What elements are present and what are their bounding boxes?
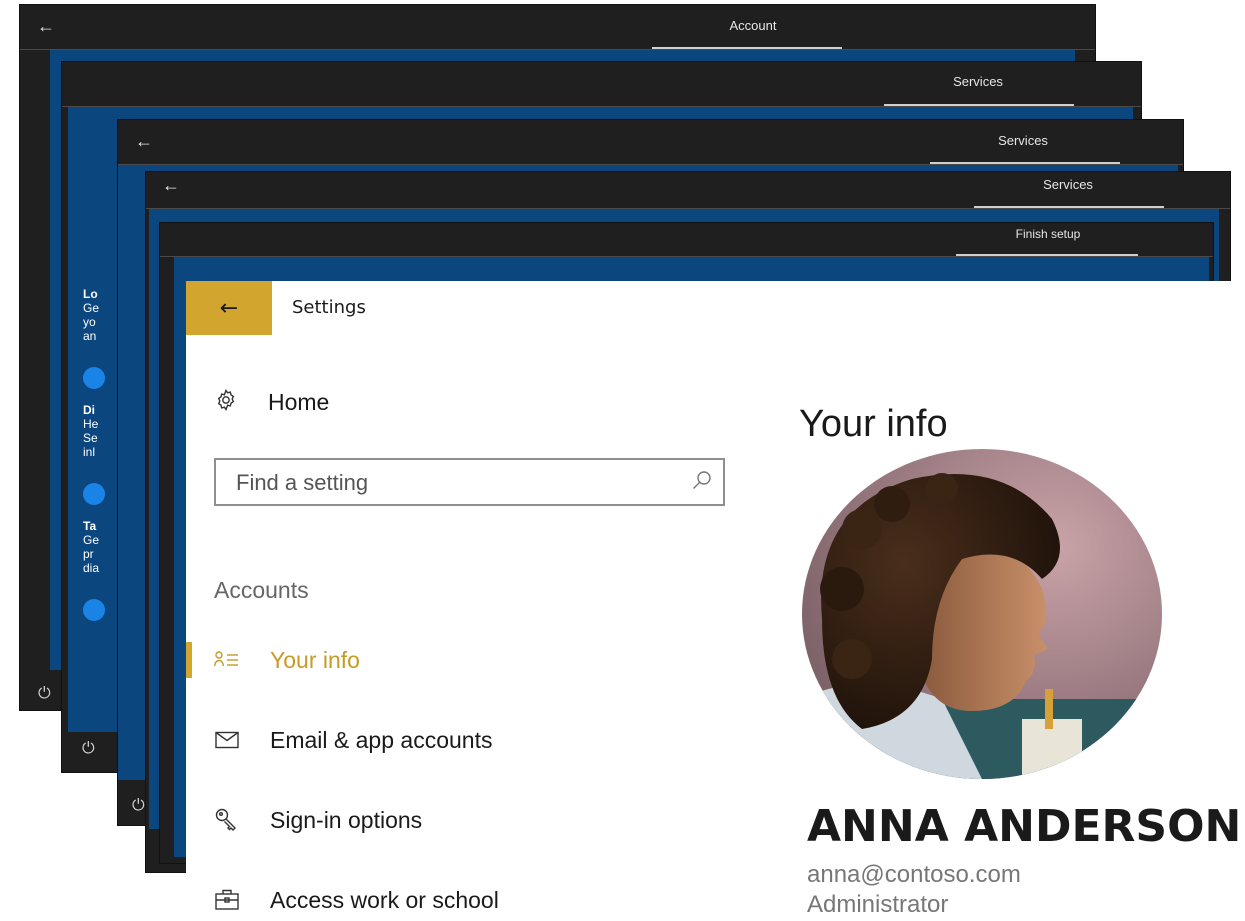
bg-setting-location: Lo Ge yo an bbox=[83, 287, 100, 343]
nav-item-label: Email & app accounts bbox=[270, 726, 493, 753]
window-title: Services bbox=[998, 133, 1048, 148]
power-icon[interactable]: ⏻ bbox=[82, 738, 95, 758]
mail-icon bbox=[214, 728, 240, 752]
back-button[interactable]: ← bbox=[186, 281, 272, 335]
search-box[interactable] bbox=[214, 458, 725, 506]
avatar bbox=[802, 449, 1162, 779]
window-title: Account bbox=[729, 18, 777, 33]
nav-item-email-app-accounts[interactable]: Email & app accounts bbox=[186, 720, 746, 760]
power-icon[interactable]: ⏻ bbox=[38, 683, 51, 703]
bg-setting-tailored: Ta Ge pr dia bbox=[83, 519, 100, 575]
briefcase-icon bbox=[214, 888, 240, 912]
active-indicator bbox=[186, 642, 192, 678]
user-name: ANNA ANDERSON bbox=[807, 801, 1242, 852]
page-title: Your info bbox=[799, 403, 948, 446]
user-email: anna@contoso.com bbox=[807, 861, 1021, 888]
nav-home-label: Home bbox=[268, 389, 330, 415]
window-title: Finish setup bbox=[1015, 227, 1081, 241]
toggle-switch[interactable] bbox=[83, 483, 105, 505]
nav-item-your-info[interactable]: Your info bbox=[186, 640, 746, 680]
nav-item-label: Access work or school bbox=[270, 886, 499, 913]
search-input[interactable] bbox=[234, 460, 668, 506]
nav-item-label: Your info bbox=[270, 646, 360, 673]
window-title: Services bbox=[1043, 177, 1093, 192]
back-arrow-icon[interactable]: ← bbox=[162, 176, 180, 194]
window-title: Services bbox=[953, 74, 1003, 89]
gear-icon bbox=[214, 388, 242, 417]
settings-window: ← Settings Home Accounts bbox=[186, 281, 1245, 921]
user-role: Administrator bbox=[807, 891, 949, 918]
back-arrow-icon[interactable]: ← bbox=[135, 132, 153, 150]
app-title: Settings bbox=[292, 297, 366, 318]
search-icon[interactable] bbox=[691, 470, 713, 492]
back-arrow-icon[interactable]: ← bbox=[37, 17, 55, 35]
back-arrow-icon: ← bbox=[219, 295, 239, 321]
power-icon[interactable]: ⏻ bbox=[132, 795, 145, 815]
section-heading: Accounts bbox=[214, 577, 309, 603]
person-list-icon bbox=[214, 648, 240, 672]
nav-item-sign-in-options[interactable]: Sign-in options bbox=[186, 800, 746, 840]
toggle-switch[interactable] bbox=[83, 367, 105, 389]
key-icon bbox=[214, 808, 240, 832]
nav-item-access-work-school[interactable]: Access work or school bbox=[186, 880, 746, 920]
toggle-switch[interactable] bbox=[83, 599, 105, 621]
nav-item-label: Sign-in options bbox=[270, 806, 423, 833]
nav-home[interactable]: Home bbox=[214, 388, 329, 417]
bg-setting-diagnostics: Di He Se inl bbox=[83, 403, 99, 459]
